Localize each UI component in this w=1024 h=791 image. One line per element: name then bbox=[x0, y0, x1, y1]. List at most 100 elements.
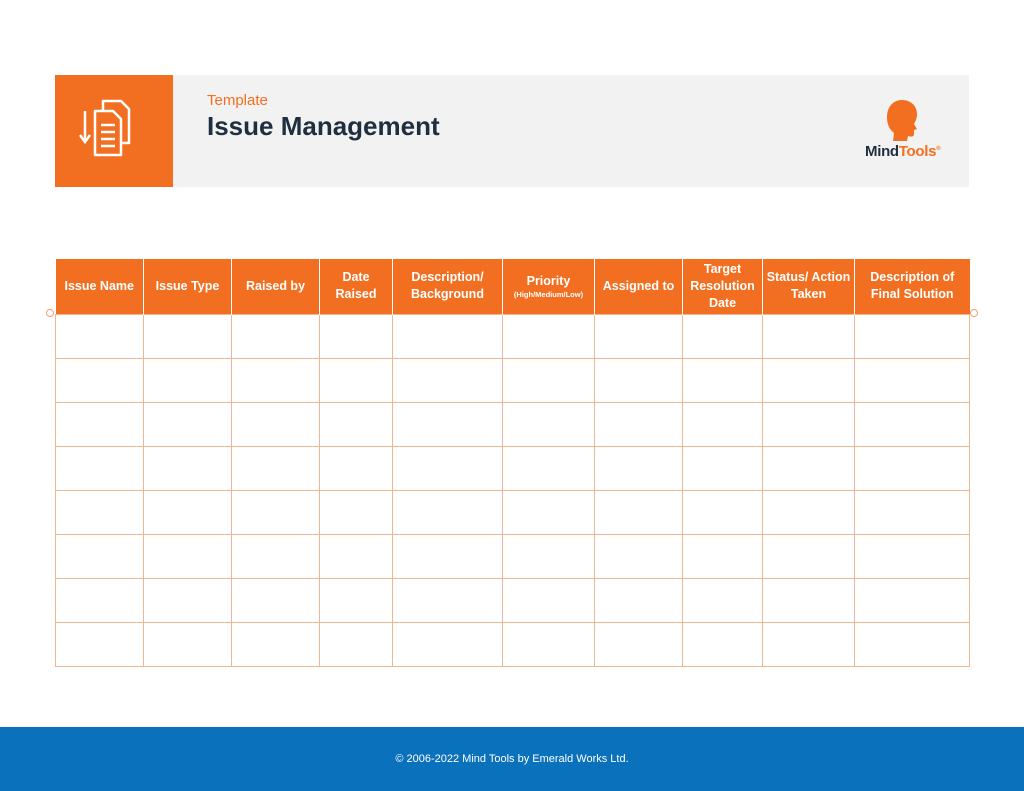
table-cell[interactable] bbox=[594, 445, 683, 491]
table-cell[interactable] bbox=[682, 401, 763, 447]
table-cell[interactable] bbox=[854, 445, 970, 491]
table-cell[interactable] bbox=[594, 357, 683, 403]
table-cell[interactable] bbox=[762, 445, 855, 491]
table-cell[interactable] bbox=[854, 401, 970, 447]
table-cell[interactable] bbox=[143, 313, 232, 359]
table-cell[interactable] bbox=[392, 357, 503, 403]
table-cell[interactable] bbox=[143, 577, 232, 623]
table-cell[interactable] bbox=[502, 401, 595, 447]
table-cell[interactable] bbox=[55, 533, 144, 579]
table-cell[interactable] bbox=[682, 533, 763, 579]
table-cell[interactable] bbox=[231, 533, 320, 579]
mindtools-logo: MindTools® bbox=[861, 99, 951, 165]
table-cell[interactable] bbox=[231, 357, 320, 403]
column-header-label: Assigned to bbox=[602, 278, 675, 293]
column-header-label: Target Resolution Date bbox=[690, 261, 755, 310]
table-cell[interactable] bbox=[55, 401, 144, 447]
table-cell[interactable] bbox=[55, 489, 144, 535]
documents-icon bbox=[79, 99, 131, 157]
table-row bbox=[55, 401, 970, 447]
table-cell[interactable] bbox=[231, 445, 320, 491]
table-cell[interactable] bbox=[594, 533, 683, 579]
column-header-label: Priority bbox=[526, 273, 571, 288]
table-cell[interactable] bbox=[392, 445, 503, 491]
table-cell[interactable] bbox=[392, 533, 503, 579]
table-cell[interactable] bbox=[231, 577, 320, 623]
table-cell[interactable] bbox=[392, 621, 503, 667]
table-cell[interactable] bbox=[594, 489, 683, 535]
table-cell[interactable] bbox=[854, 577, 970, 623]
column-header-sublabel: (High/Medium/Low) bbox=[513, 289, 584, 299]
table-cell[interactable] bbox=[854, 313, 970, 359]
table-cell[interactable] bbox=[55, 445, 144, 491]
table-cell[interactable] bbox=[682, 357, 763, 403]
table-cell[interactable] bbox=[319, 489, 393, 535]
template-subtitle: Template bbox=[207, 92, 268, 109]
table-cell[interactable] bbox=[392, 401, 503, 447]
table-cell[interactable] bbox=[231, 621, 320, 667]
table-cell[interactable] bbox=[319, 533, 393, 579]
table-cell[interactable] bbox=[762, 313, 855, 359]
table-cell[interactable] bbox=[55, 313, 144, 359]
table-cell[interactable] bbox=[319, 621, 393, 667]
column-header: Assigned to bbox=[594, 259, 683, 314]
table-cell[interactable] bbox=[682, 489, 763, 535]
table-cell[interactable] bbox=[143, 357, 232, 403]
table-row bbox=[55, 533, 970, 579]
table-cell[interactable] bbox=[392, 577, 503, 623]
column-header: Target Resolution Date bbox=[682, 259, 763, 314]
table-cell[interactable] bbox=[55, 357, 144, 403]
table-cell[interactable] bbox=[854, 357, 970, 403]
table-cell[interactable] bbox=[55, 621, 144, 667]
table-cell[interactable] bbox=[502, 357, 595, 403]
table-cell[interactable] bbox=[854, 489, 970, 535]
column-header: Date Raised bbox=[319, 259, 393, 314]
table-cell[interactable] bbox=[594, 401, 683, 447]
column-header-label: Date Raised bbox=[335, 270, 377, 302]
table-cell[interactable] bbox=[143, 533, 232, 579]
table-cell[interactable] bbox=[762, 357, 855, 403]
table-cell[interactable] bbox=[231, 489, 320, 535]
table-cell[interactable] bbox=[231, 313, 320, 359]
column-header: Issue Type bbox=[143, 259, 232, 314]
table-cell[interactable] bbox=[594, 621, 683, 667]
table-row bbox=[55, 489, 970, 535]
template-icon-box bbox=[55, 75, 173, 187]
table-cell[interactable] bbox=[762, 577, 855, 623]
table-row bbox=[55, 313, 970, 359]
table-cell[interactable] bbox=[319, 357, 393, 403]
table-cell[interactable] bbox=[502, 313, 595, 359]
table-cell[interactable] bbox=[762, 621, 855, 667]
table-row bbox=[55, 445, 970, 491]
column-header: Raised by bbox=[231, 259, 320, 314]
column-header-label: Status/ Action Taken bbox=[766, 270, 851, 302]
table-cell[interactable] bbox=[502, 621, 595, 667]
table-cell[interactable] bbox=[594, 577, 683, 623]
table-cell[interactable] bbox=[143, 445, 232, 491]
table-cell[interactable] bbox=[502, 533, 595, 579]
table-cell[interactable] bbox=[319, 313, 393, 359]
table-cell[interactable] bbox=[143, 489, 232, 535]
table-cell[interactable] bbox=[502, 489, 595, 535]
table-cell[interactable] bbox=[854, 621, 970, 667]
table-cell[interactable] bbox=[594, 313, 683, 359]
table-cell[interactable] bbox=[231, 401, 320, 447]
table-cell[interactable] bbox=[143, 621, 232, 667]
table-cell[interactable] bbox=[319, 577, 393, 623]
table-cell[interactable] bbox=[392, 489, 503, 535]
table-cell[interactable] bbox=[502, 445, 595, 491]
table-cell[interactable] bbox=[319, 445, 393, 491]
table-cell[interactable] bbox=[682, 313, 763, 359]
table-cell[interactable] bbox=[392, 313, 503, 359]
table-cell[interactable] bbox=[55, 577, 144, 623]
table-cell[interactable] bbox=[682, 621, 763, 667]
table-cell[interactable] bbox=[762, 489, 855, 535]
table-cell[interactable] bbox=[319, 401, 393, 447]
table-cell[interactable] bbox=[682, 577, 763, 623]
table-cell[interactable] bbox=[502, 577, 595, 623]
table-cell[interactable] bbox=[762, 401, 855, 447]
table-cell[interactable] bbox=[854, 533, 970, 579]
table-cell[interactable] bbox=[762, 533, 855, 579]
table-cell[interactable] bbox=[682, 445, 763, 491]
table-cell[interactable] bbox=[143, 401, 232, 447]
